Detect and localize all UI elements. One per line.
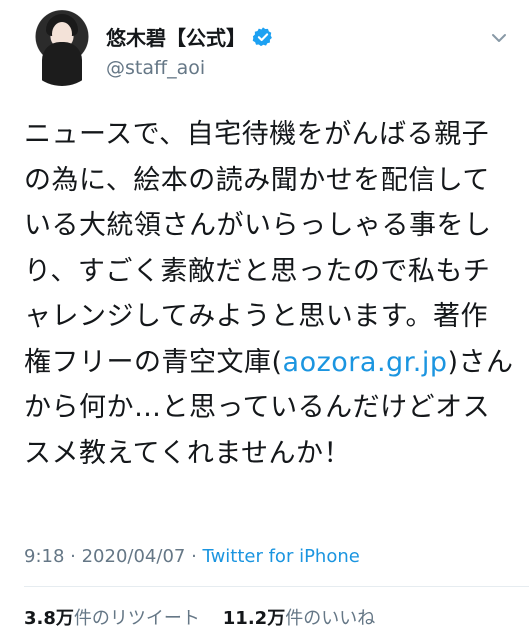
tweet-header: 悠木碧【公式】 @staff_aoi xyxy=(14,10,515,90)
divider xyxy=(24,586,529,587)
tweet-text-part1: ニュースで、自宅待機をがんばる親子の為に、絵本の読み聞かせを配信している大統領さ… xyxy=(24,119,492,378)
tweet-meta: 9:18 · 2020/04/07 · Twitter for iPhone xyxy=(24,546,360,567)
avatar-body xyxy=(42,42,82,86)
tweet-source[interactable]: Twitter for iPhone xyxy=(203,546,360,567)
meta-separator-2: · xyxy=(191,546,203,567)
author-names: 悠木碧【公式】 @staff_aoi xyxy=(106,22,274,79)
likes-count: 11.2万 xyxy=(222,608,286,629)
retweets-stat[interactable]: 3.8万件のリツイート xyxy=(24,608,200,629)
tweet-text: ニュースで、自宅待機をがんばる親子の為に、絵本の読み聞かせを配信している大統領さ… xyxy=(24,112,514,476)
likes-label: 件のいいね xyxy=(285,608,376,629)
retweets-label: 件のリツイート xyxy=(73,608,200,629)
tweet-link[interactable]: aozora.gr.jp xyxy=(283,347,448,378)
likes-stat[interactable]: 11.2万件のいいね xyxy=(223,608,375,629)
tweet-stats: 3.8万件のリツイート 11.2万件のいいね xyxy=(24,604,375,630)
avatar[interactable] xyxy=(24,10,100,86)
display-name-text[interactable]: 悠木碧【公式】 xyxy=(106,22,246,51)
retweets-count: 3.8万 xyxy=(24,608,74,629)
chevron-down-icon[interactable] xyxy=(489,28,509,48)
author-handle[interactable]: @staff_aoi xyxy=(106,57,274,79)
verified-badge-icon xyxy=(252,26,272,46)
meta-separator-1: · xyxy=(70,546,82,567)
tweet-date[interactable]: 2020/04/07 xyxy=(82,546,186,567)
tweet-time[interactable]: 9:18 xyxy=(24,546,64,567)
author-display-name[interactable]: 悠木碧【公式】 xyxy=(106,22,274,51)
